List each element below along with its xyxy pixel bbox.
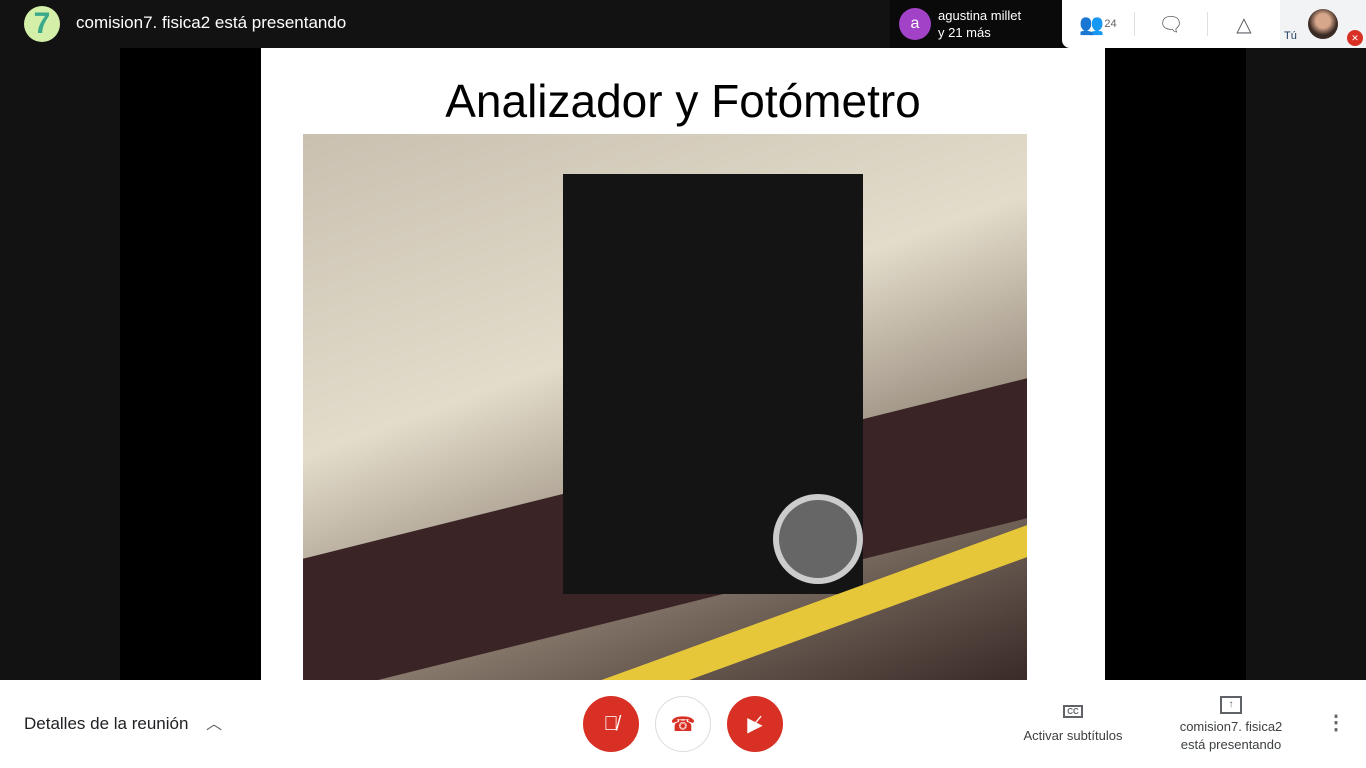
participant-count: 24 (1104, 18, 1117, 30)
self-view[interactable]: Tú ✕ (1280, 0, 1366, 48)
chevron-up-icon[interactable]: ︿ (206, 710, 222, 734)
analyzer-knob (773, 494, 863, 584)
presenting-button[interactable]: ↑ comision7. fisica2 está presentando (1166, 694, 1296, 754)
present-screen-icon: ↑ (1220, 696, 1242, 714)
cc-icon: CC (1063, 705, 1083, 718)
presentation-stage: Analizador y Fotómetro (120, 48, 1246, 680)
participant-name: agustina millet (938, 8, 1022, 23)
slide-title: Analizador y Fotómetro (445, 75, 921, 127)
chat-icon: 🗨 (1158, 13, 1184, 36)
participant-summary[interactable]: a agustina millet y 21 más (890, 0, 1066, 48)
mic-off-icon: ✕ (1347, 30, 1363, 46)
hang-up-icon: ☎ (670, 713, 696, 736)
self-label: Tú (1284, 30, 1297, 42)
people-button[interactable]: 👥 24 (1062, 0, 1134, 48)
chat-button[interactable]: 🗨 (1135, 0, 1207, 48)
slide: Analizador y Fotómetro (261, 48, 1105, 680)
bottom-bar: Detalles de la reunión ︿ 🎙̸ ☎ ▶̸ CC Acti… (0, 680, 1366, 768)
camera-off-icon: ▶̸ (747, 713, 763, 736)
participant-more: y 21 más (938, 25, 991, 40)
participant-avatar: a (899, 8, 931, 40)
slide-photo (303, 134, 1027, 680)
shapes-icon: △ (1236, 13, 1252, 36)
people-icon: 👥 (1079, 13, 1105, 36)
activities-button[interactable]: △ (1208, 0, 1280, 48)
meeting-logo: 7 (24, 6, 60, 42)
leave-call-button[interactable]: ☎ (655, 696, 711, 752)
meeting-tools: 👥 24 🗨 △ (1062, 0, 1280, 48)
participant-names: agustina millet y 21 más (938, 7, 1021, 41)
mic-off-icon: 🎙̸ (603, 712, 619, 735)
meeting-details-button[interactable]: Detalles de la reunión (24, 714, 188, 734)
camera-toggle-button[interactable]: ▶̸ (727, 696, 783, 752)
presenting-line1: comision7. fisica2 (1179, 719, 1283, 734)
mic-toggle-button[interactable]: 🎙̸ (583, 696, 639, 752)
presenting-line2: está presentando (1180, 737, 1282, 752)
presentation-title: comision7. fisica2 está presentando (76, 13, 347, 32)
captions-button[interactable]: CC Activar subtítulos (1010, 702, 1136, 743)
more-options-icon[interactable]: ⋮ (1326, 710, 1346, 735)
captions-label: Activar subtítulos (1023, 728, 1123, 743)
self-avatar (1308, 9, 1338, 39)
